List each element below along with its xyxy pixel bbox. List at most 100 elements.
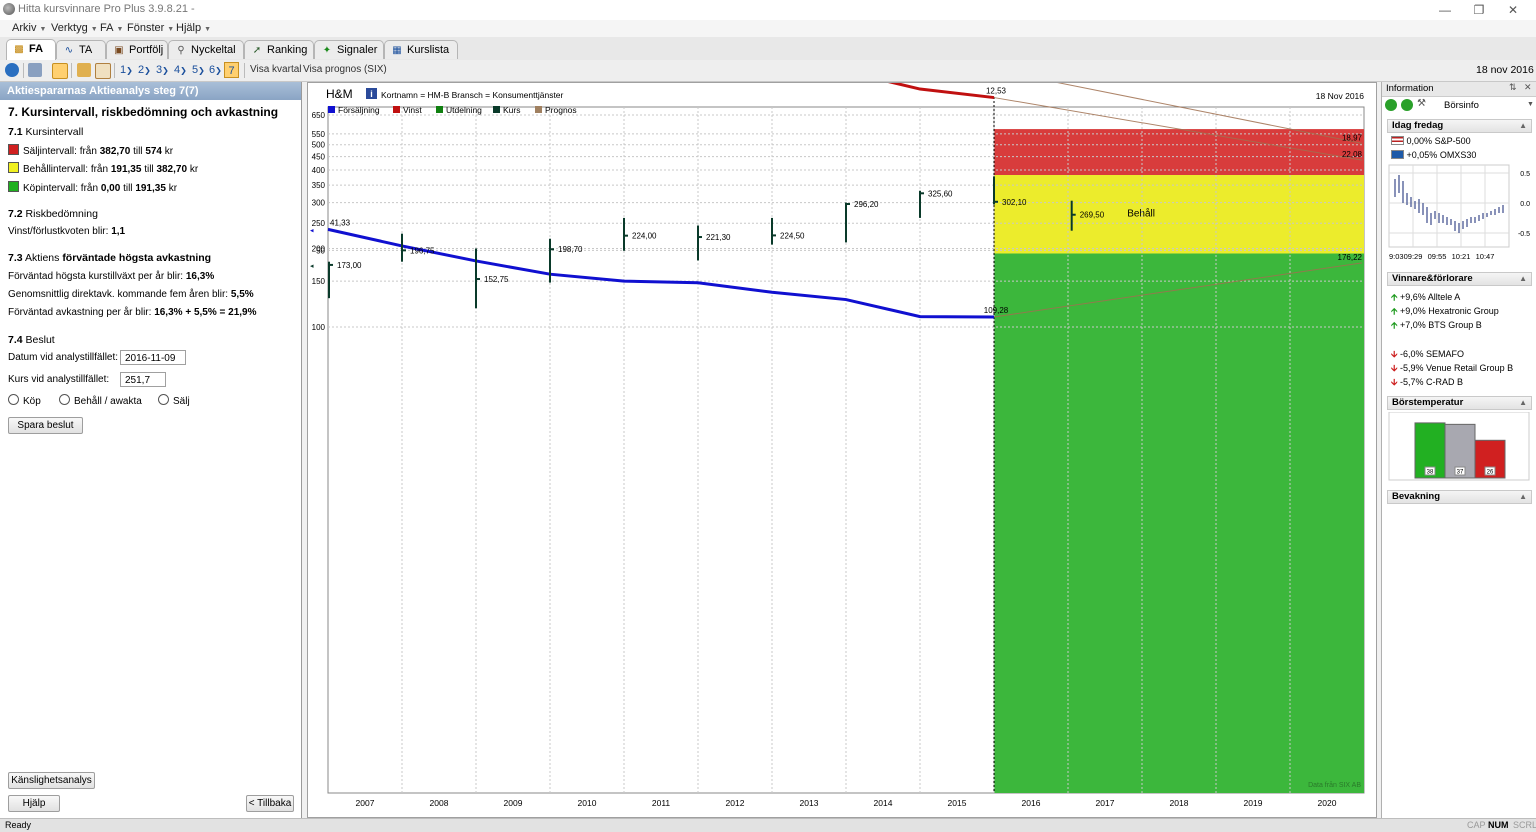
expected-return: Förväntad avkastning per år blir: 16,3% …: [8, 307, 257, 318]
folder-icon[interactable]: [77, 63, 91, 77]
heading-7-4: 7.4 Beslut: [8, 334, 55, 346]
settings-wrench-icon[interactable]: ⚒: [1417, 98, 1426, 109]
step-7-button[interactable]: 7: [224, 62, 239, 78]
omxs30-row[interactable]: +0,05% OMXS30: [1391, 150, 1476, 160]
num-indicator: NUM: [1488, 820, 1509, 830]
fundamental-chart: Behåll6505505004504003503002502001501005…: [310, 83, 1365, 808]
step-5-button[interactable]: 5❯: [192, 62, 205, 78]
movers-header[interactable]: Vinnare&förlorare ▲: [1387, 272, 1532, 286]
step-4-button[interactable]: 4❯: [174, 62, 187, 78]
index-intraday-chart: 0.5 0.0 -0.5 9:03 09:29 09:55 10:21 10:47: [1388, 164, 1530, 261]
radio-circle[interactable]: [8, 394, 19, 405]
bar-chart-icon: ▩: [14, 44, 24, 55]
close-icon[interactable]: ✕: [1498, 2, 1528, 18]
step-2-button[interactable]: 2❯: [138, 62, 151, 78]
sensitivity-analysis-button[interactable]: Känslighetsanalys: [8, 772, 95, 789]
x-tick-label: 2011: [652, 798, 671, 808]
x-tick-label: 2009: [504, 798, 523, 808]
radio-salj[interactable]: Sälj: [158, 394, 190, 407]
tab-fa[interactable]: ▩ FA: [6, 39, 56, 60]
forward-nav-icon[interactable]: [1401, 99, 1413, 111]
radio-circle[interactable]: [158, 394, 169, 405]
today-header[interactable]: Idag fredag ▲: [1387, 119, 1532, 133]
x-tick-label: 2017: [1096, 798, 1115, 808]
close-panel-icon[interactable]: ✕: [1524, 82, 1532, 93]
sp500-row[interactable]: 0,00% S&P-500: [1391, 136, 1471, 146]
save-decision-button[interactable]: Spara beslut: [8, 417, 83, 434]
x-tick-label: 2020: [1318, 798, 1337, 808]
step-3-button[interactable]: 3❯: [156, 62, 169, 78]
wrench-icon[interactable]: [28, 63, 42, 77]
analysis-date-field[interactable]: 2016-11-09: [120, 350, 186, 365]
pin-icon[interactable]: ⇅: [1509, 82, 1517, 93]
y-tick-label: 500: [312, 141, 326, 150]
visa-kvartal-button[interactable]: Visa kvartal: [250, 62, 302, 78]
arrow-down-icon: 🡫: [1391, 363, 1398, 373]
arrow-down-icon: 🡫: [1391, 377, 1398, 387]
step-1-button[interactable]: 1❯: [120, 62, 133, 78]
legend-label: Utdelning: [446, 105, 482, 115]
zone-label: Behåll: [1127, 208, 1155, 220]
back-button[interactable]: < Tillbaka: [246, 795, 294, 812]
buy-interval: Köpintervall: från 0,00 till 191,35 kr: [8, 181, 177, 194]
tab-ta[interactable]: ∿ TA: [56, 40, 106, 59]
heading-7-1: 7.1 Kursintervall: [8, 126, 84, 138]
hold-swatch: [8, 162, 19, 173]
back-nav-icon[interactable]: [1385, 99, 1397, 111]
mini-y-label: -0.5: [1518, 231, 1530, 238]
analysis-price-field[interactable]: 251,7: [120, 372, 166, 387]
radio-behall[interactable]: Behåll / awakta: [59, 394, 142, 407]
x-tick-label: 2019: [1244, 798, 1263, 808]
borsinfo-dropdown[interactable]: Börsinfo: [1444, 100, 1479, 111]
menu-arkiv[interactable]: Arkiv ▼: [12, 22, 46, 34]
edit-icon[interactable]: [95, 63, 111, 79]
chart-container: Behåll 650 550 500 450 400 350 300 250 200 150 100 5…: [307, 82, 1377, 818]
temp-value-label: 26: [1487, 470, 1494, 476]
mini-x-label: 9:03: [1389, 252, 1404, 261]
legend-swatch: [436, 106, 443, 113]
restore-icon[interactable]: ❐: [1464, 2, 1494, 18]
menu-fa[interactable]: FA ▼: [100, 22, 123, 34]
tab-ranking[interactable]: ➚ Ranking: [244, 40, 314, 59]
app-icon: [3, 3, 15, 15]
chevron-down-icon[interactable]: ▼: [1527, 101, 1534, 108]
date-label: Datum vid analystillfället:: [8, 352, 119, 363]
data-source: Data från SIX AB: [1308, 781, 1361, 789]
radio-kop[interactable]: Köp: [8, 394, 41, 407]
minimize-icon[interactable]: —: [1430, 2, 1460, 18]
step-6-button[interactable]: 6❯: [209, 62, 222, 78]
watch-header[interactable]: Bevakning ▲: [1387, 490, 1532, 504]
help-button[interactable]: Hjälp: [8, 795, 60, 812]
series-label: 41,33: [330, 218, 351, 227]
title-bar: Hitta kursvinnare Pro Plus 3.9.8.21 - — …: [0, 0, 1536, 21]
tab-kurslista[interactable]: ▦ Kurslista: [384, 40, 458, 59]
globe-icon[interactable]: [5, 63, 19, 77]
temperature-section: Börstemperatur ▲ 38 37 26: [1387, 396, 1532, 484]
winner-row[interactable]: 🡩 +7,0% BTS Group B: [1391, 318, 1482, 334]
menu-fonster[interactable]: Fönster ▼: [127, 22, 174, 34]
tab-nyckeltal[interactable]: ⚲ Nyckeltal: [168, 40, 244, 59]
mini-plot-area: [1388, 164, 1510, 248]
loser-row[interactable]: 🡫 -5,7% C-RAD B: [1391, 375, 1463, 391]
tab-signaler[interactable]: ✦ Signaler: [314, 40, 384, 59]
line-chart-icon: ∿: [64, 45, 74, 56]
arrow-down-icon: 🡫: [1391, 349, 1398, 359]
y-tick-label: 550: [312, 130, 326, 139]
kurs-label: 221,30: [706, 233, 731, 242]
temperature-header[interactable]: Börstemperatur ▲: [1387, 396, 1532, 410]
radio-circle[interactable]: [59, 394, 70, 405]
menu-hjalp[interactable]: Hjälp ▼: [176, 22, 211, 34]
report-icon[interactable]: [52, 63, 68, 79]
toolbar-separator: [23, 63, 24, 78]
legend-swatch: [328, 106, 335, 113]
temp-value-label: 38: [1427, 470, 1434, 476]
y-tick-label: 650: [312, 111, 326, 120]
heading-7-3: 7.3 Aktiens förväntade högsta avkastning: [8, 252, 212, 264]
zone-köp: [994, 253, 1364, 794]
visa-prognos-button[interactable]: Visa prognos (SIX): [303, 62, 387, 78]
analysis-panel: Aktiespararnas Aktieanalys steg 7(7) 7. …: [0, 82, 302, 818]
tab-portfolj[interactable]: ▣ Portfölj: [106, 40, 168, 59]
menu-verktyg[interactable]: Verktyg ▼: [51, 22, 98, 34]
status-text: Ready: [5, 820, 32, 830]
x-tick-label: 2014: [874, 798, 893, 808]
